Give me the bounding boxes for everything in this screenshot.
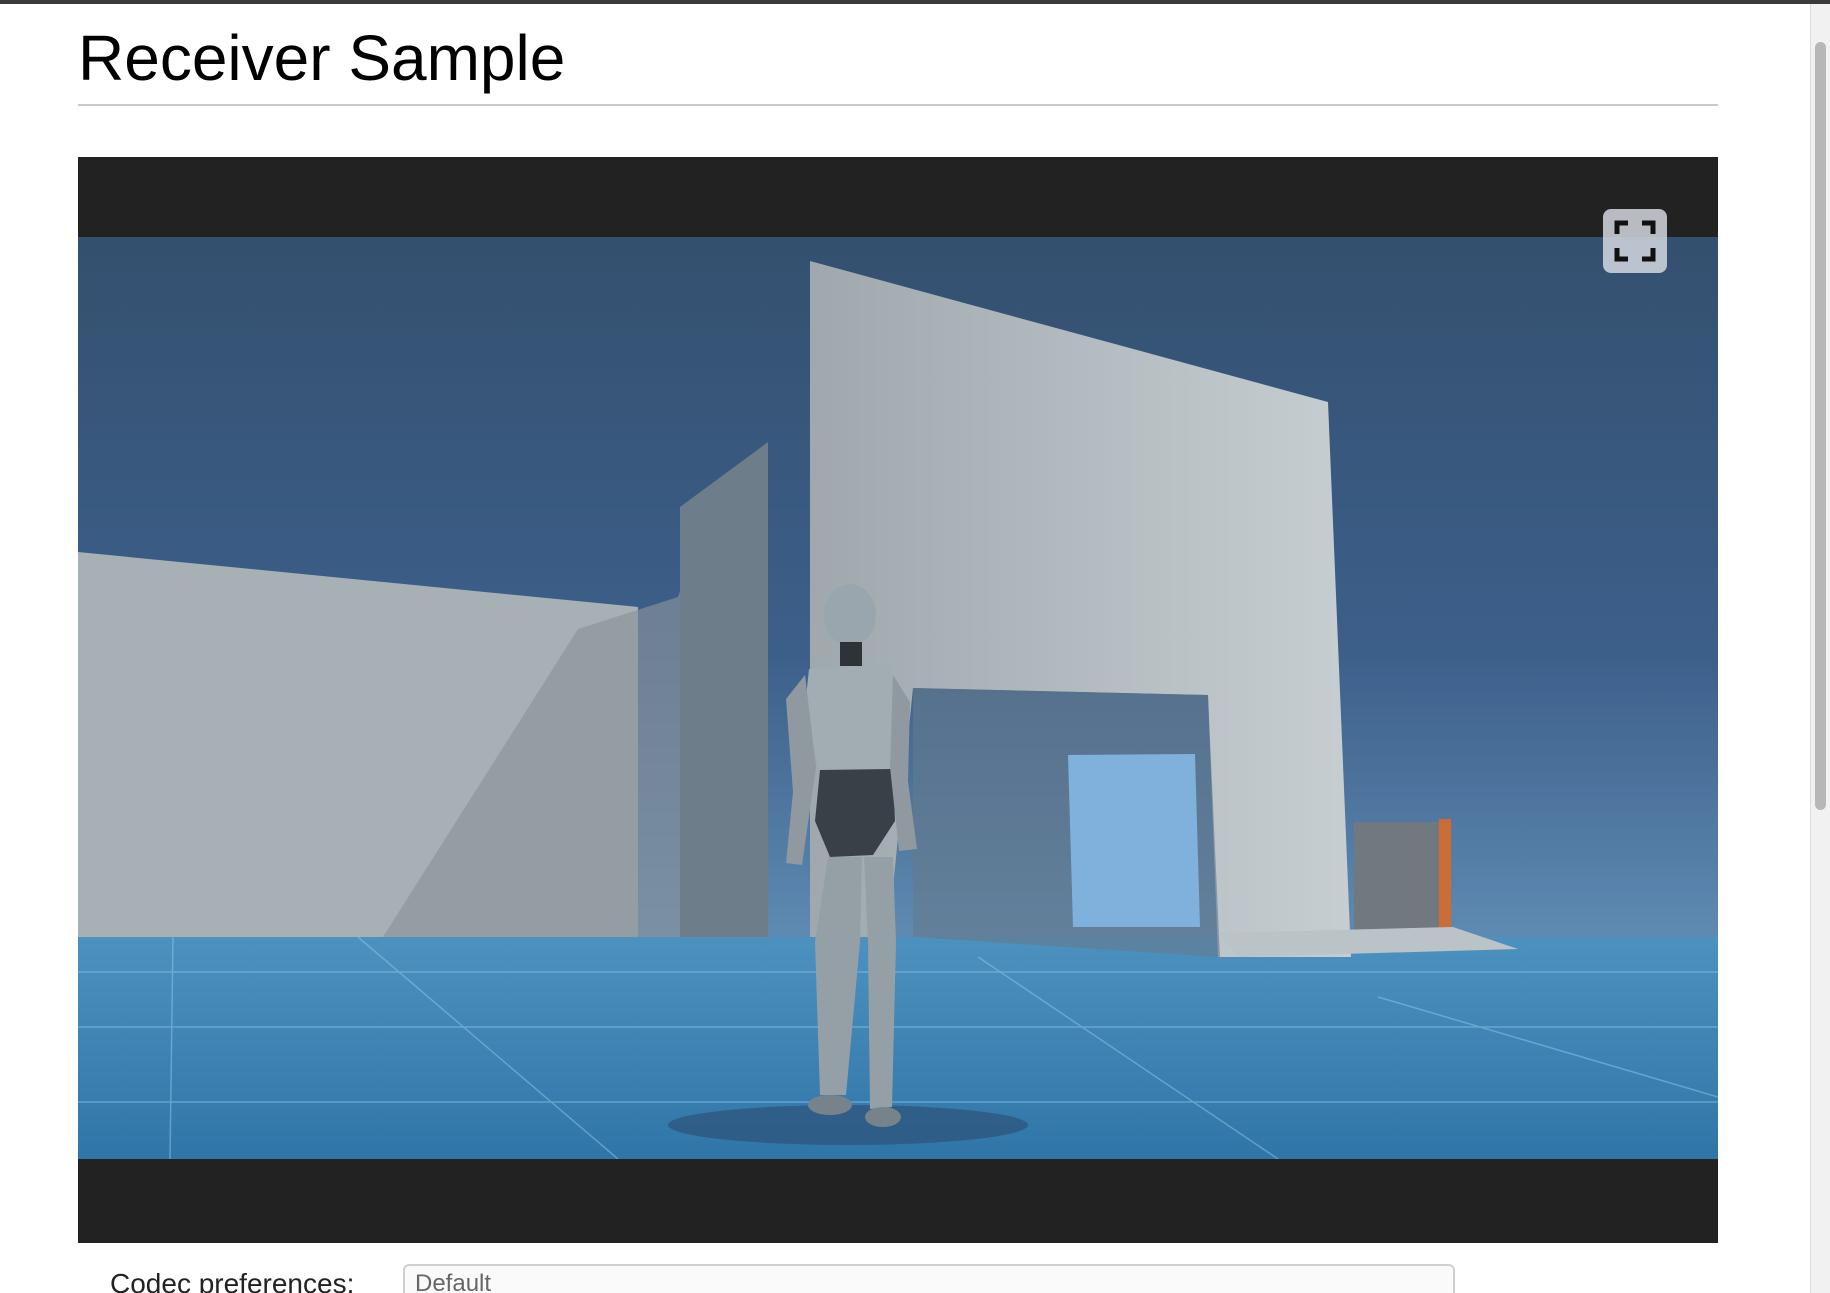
vertical-scrollbar[interactable] — [1810, 4, 1830, 1293]
side-wall-shadow — [680, 442, 768, 937]
video-stream[interactable] — [78, 237, 1718, 1159]
distant-block — [1354, 822, 1447, 934]
fullscreen-icon — [1614, 220, 1656, 262]
codec-preferences-label: Codec preferences: — [110, 1268, 355, 1293]
fullscreen-button[interactable] — [1603, 209, 1667, 273]
rendered-scene — [78, 237, 1718, 1159]
far-sky-window — [1068, 754, 1200, 927]
scrollbar-thumb[interactable] — [1815, 42, 1826, 810]
page-content: Receiver Sample Codec preferences: Defau… — [0, 4, 1810, 1293]
codec-preferences-select[interactable]: Default — [403, 1264, 1455, 1293]
video-player[interactable] — [78, 157, 1718, 1243]
title-divider — [78, 104, 1718, 106]
distant-block-edge — [1439, 819, 1451, 934]
page-title: Receiver Sample — [78, 22, 566, 94]
